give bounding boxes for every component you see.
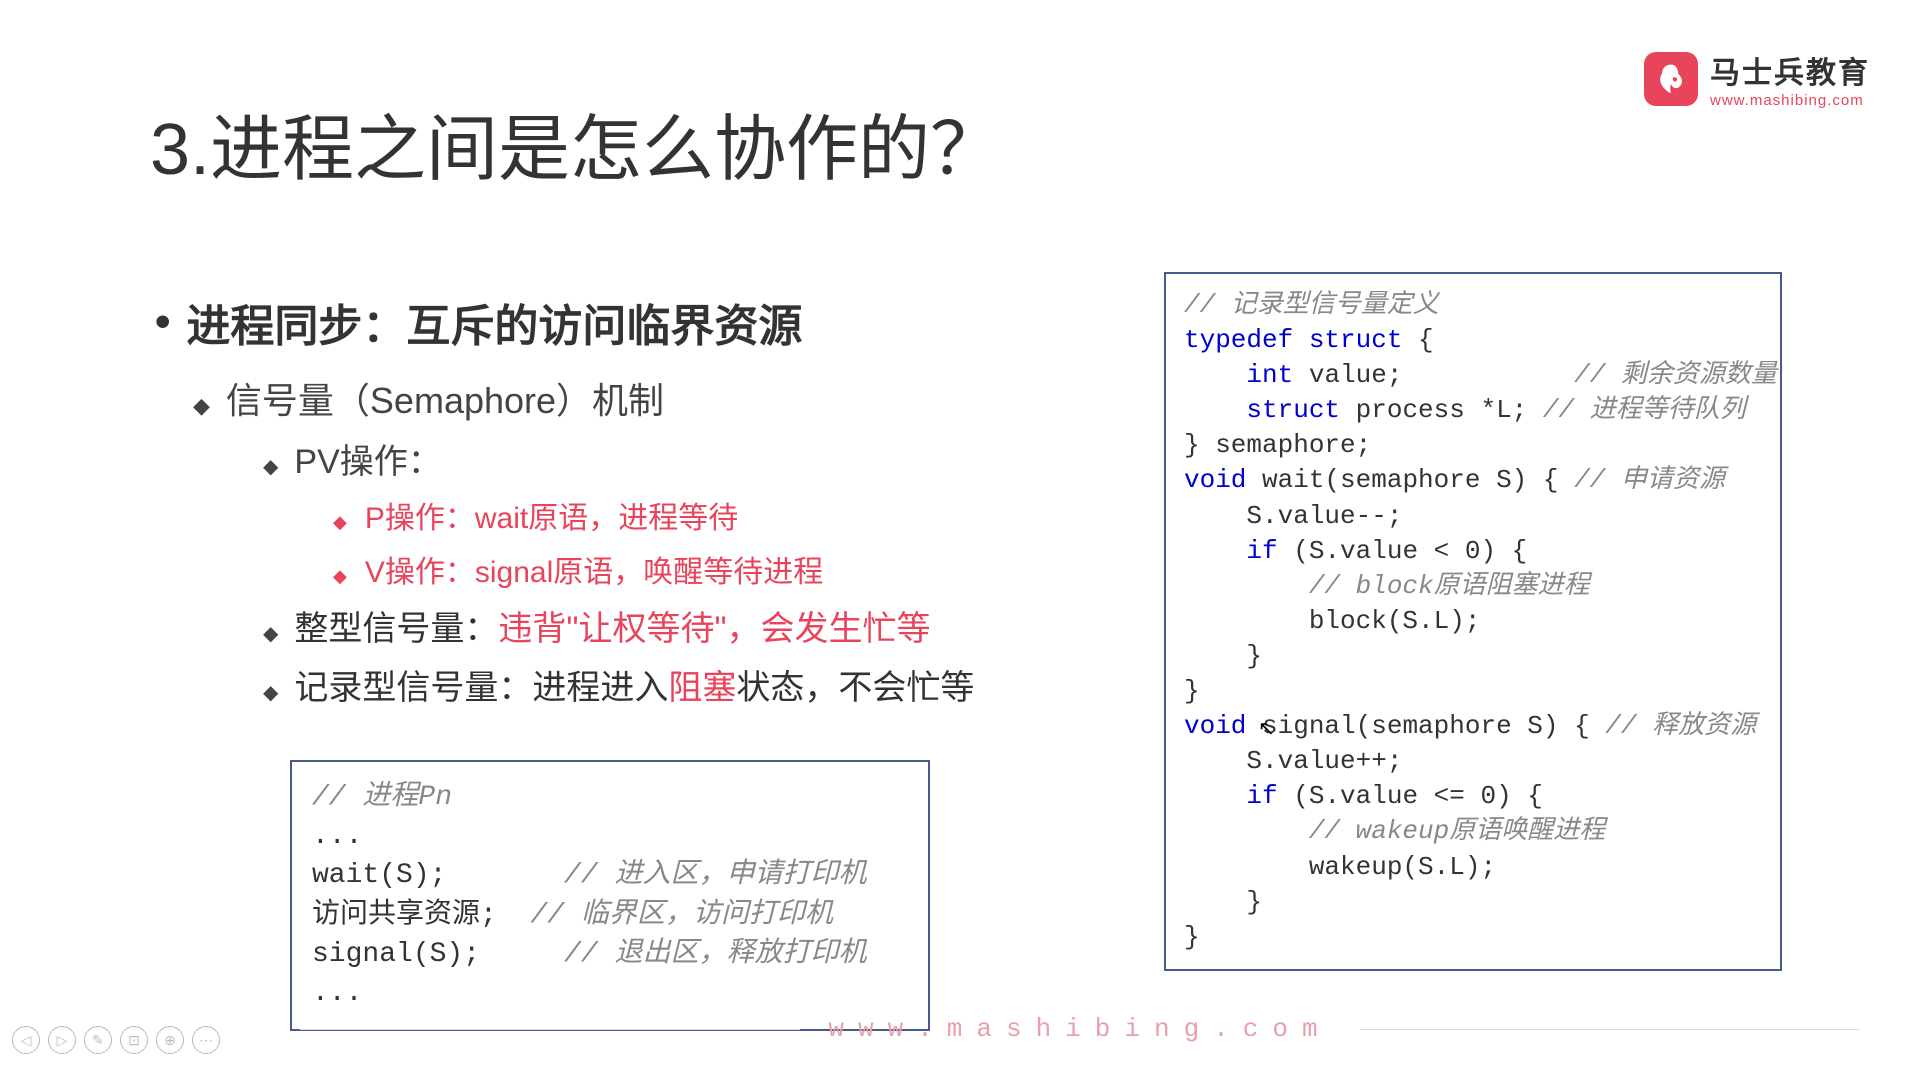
prev-slide-button[interactable]: ◁ xyxy=(12,1026,40,1054)
slide-controls: ◁ ▷ ✎ ⊡ ⊕ ⋯ xyxy=(12,1026,220,1054)
bullet-pv: PV操作： xyxy=(263,434,1055,483)
brand-logo: 马士兵教育 www.mashibing.com xyxy=(1644,48,1870,109)
zoom-button[interactable]: ⊕ xyxy=(156,1026,184,1054)
bullet-p-op: P操作：wait原语，进程等待 xyxy=(333,493,1055,537)
bullet-semaphore: 信号量（Semaphore）机制 xyxy=(193,372,1055,424)
bullet-record-sem: 记录型信号量：进程进入阻塞状态，不会忙等 xyxy=(263,660,1055,709)
bullet-int-sem: 整型信号量：违背"让权等待"，会发生忙等 xyxy=(263,601,1055,650)
bullet-main: 进程同步：互斥的访问临界资源 xyxy=(155,290,1055,354)
footer-url: www.mashibing.com xyxy=(828,1014,1331,1044)
footer: www.mashibing.com xyxy=(0,1014,1920,1044)
code-process-pn: // 进程Pn ... wait(S); // 进入区，申请打印机 访问共享资源… xyxy=(290,760,930,1031)
pen-button[interactable]: ✎ xyxy=(84,1026,112,1054)
more-button[interactable]: ⋯ xyxy=(192,1026,220,1054)
camera-button[interactable]: ⊡ xyxy=(120,1026,148,1054)
slide-title: 3.进程之间是怎么协作的？ xyxy=(150,90,1002,195)
logo-url: www.mashibing.com xyxy=(1710,92,1870,109)
bullet-v-op: V操作：signal原语，唤醒等待进程 xyxy=(333,547,1055,591)
logo-icon xyxy=(1644,52,1698,106)
logo-title: 马士兵教育 xyxy=(1710,48,1870,92)
next-slide-button[interactable]: ▷ xyxy=(48,1026,76,1054)
content-area: 进程同步：互斥的访问临界资源 信号量（Semaphore）机制 PV操作： P操… xyxy=(155,290,1055,719)
code-semaphore-def: // 记录型信号量定义 typedef struct { int value; … xyxy=(1164,272,1782,971)
